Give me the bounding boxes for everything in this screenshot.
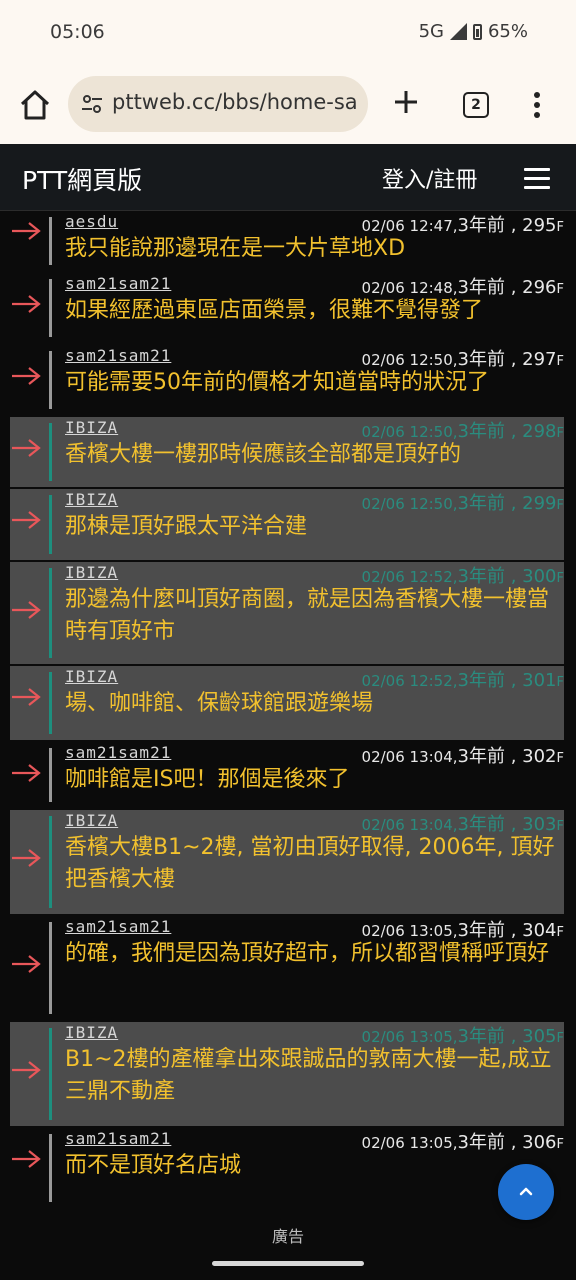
comment-text: 那棟是頂好跟太平洋合建 bbox=[65, 514, 308, 539]
comment-user[interactable]: IBIZA bbox=[65, 418, 118, 437]
comment-row: IBIZA 02/06 13:04,3年前 , 303F 香檳大樓B1~2樓, 當初… bbox=[10, 810, 564, 914]
address-bar[interactable]: pttweb.cc/bbs/home-sa bbox=[68, 76, 368, 132]
comment-text: 那邊為什麼叫頂好商圈，就是因為香檳大樓一樓當時有頂好市 bbox=[65, 587, 550, 644]
comment-list: aesdu 02/06 12:47,3年前 , 295F 我只能說那邊現在是一大片草… bbox=[0, 211, 576, 1211]
comment-text: 的確，我們是因為頂好超市，所以都習慣稱呼頂好 bbox=[65, 941, 550, 966]
status-icons: 5G 65% bbox=[419, 21, 528, 42]
login-link[interactable]: 登入/註冊 bbox=[382, 162, 477, 194]
floor-suffix: F bbox=[556, 1031, 564, 1046]
push-arrow-icon bbox=[12, 295, 41, 313]
comment-row: IBIZA 02/06 12:50,3年前 , 298F 香檳大樓一樓那時候應該全部… bbox=[10, 417, 564, 487]
comment-user[interactable]: IBIZA bbox=[65, 811, 118, 830]
hamburger-icon[interactable] bbox=[524, 168, 550, 195]
comment-user[interactable]: sam21sam21 bbox=[65, 917, 171, 936]
floor-suffix: F bbox=[556, 498, 564, 513]
site-header: PTT網頁版 登入/註冊 bbox=[0, 144, 576, 211]
signal-icon bbox=[449, 23, 467, 40]
floor-suffix: F bbox=[556, 819, 564, 834]
status-time: 05:06 bbox=[50, 21, 105, 43]
comment-user[interactable]: aesdu bbox=[65, 212, 118, 231]
comment-row: IBIZA 02/06 12:52,3年前 , 300F 那邊為什麼叫頂好商圈，就是… bbox=[10, 562, 564, 664]
ad-banner: 廣告 bbox=[0, 1211, 576, 1280]
site-title[interactable]: PTT網頁版 bbox=[22, 161, 142, 197]
push-arrow-icon bbox=[12, 222, 41, 240]
comment-row: sam21sam21 02/06 13:05,3年前 , 304F 的確，我們是因為… bbox=[10, 916, 564, 1020]
quote-bar bbox=[49, 423, 52, 481]
browser-toolbar: pttweb.cc/bbs/home-sa 2 bbox=[0, 64, 576, 144]
comment-text: B1~2樓的產權拿出來跟誠品的敦南大樓一起,成立三鼎不動產 bbox=[65, 1047, 552, 1104]
comment-text: 我只能說那邊現在是一大片草地XD bbox=[65, 236, 406, 261]
comment-text: 咖啡館是IS吧！那個是後來了 bbox=[65, 767, 350, 792]
push-arrow-icon bbox=[12, 849, 41, 867]
comment-row: sam21sam21 02/06 12:48,3年前 , 296F 如果經歷過東區店… bbox=[10, 273, 564, 343]
quote-bar bbox=[49, 217, 52, 265]
floor-suffix: F bbox=[556, 220, 564, 235]
floor-suffix: F bbox=[556, 1137, 564, 1152]
comment-user[interactable]: sam21sam21 bbox=[65, 743, 171, 762]
push-arrow-icon bbox=[12, 955, 41, 973]
push-arrow-icon bbox=[12, 688, 41, 706]
quote-bar bbox=[49, 1134, 52, 1202]
comment-text: 香檳大樓一樓那時候應該全部都是頂好的 bbox=[65, 442, 462, 467]
url-text[interactable]: pttweb.cc/bbs/home-sa bbox=[112, 90, 358, 114]
quote-bar bbox=[49, 351, 52, 409]
home-icon[interactable] bbox=[18, 88, 52, 122]
status-bar: 05:06 5G 65% bbox=[0, 0, 576, 64]
gesture-handle[interactable] bbox=[212, 1261, 364, 1266]
push-arrow-icon bbox=[12, 764, 41, 782]
network-label: 5G bbox=[418, 21, 444, 42]
comment-row: IBIZA 02/06 12:50,3年前 , 299F 那棟是頂好跟太平洋合建 bbox=[10, 489, 564, 560]
floor-suffix: F bbox=[556, 751, 564, 766]
comment-user[interactable]: IBIZA bbox=[65, 490, 118, 509]
quote-bar bbox=[49, 495, 52, 554]
more-options-icon[interactable] bbox=[534, 92, 540, 122]
quote-bar bbox=[49, 672, 52, 734]
comment-row: sam21sam21 02/06 13:05,3年前 , 306F 而不是頂好名店城 bbox=[10, 1128, 564, 1208]
push-arrow-icon bbox=[12, 439, 41, 457]
comment-text: 而不是頂好名店城 bbox=[65, 1153, 242, 1178]
floor-suffix: F bbox=[556, 354, 564, 369]
scroll-top-button[interactable] bbox=[498, 1164, 554, 1220]
comment-user[interactable]: IBIZA bbox=[65, 1023, 118, 1042]
comment-row: IBIZA 02/06 13:05,3年前 , 305F B1~2樓的產權拿出來跟誠… bbox=[10, 1022, 564, 1126]
comment-user[interactable]: IBIZA bbox=[65, 667, 118, 686]
comment-text: 場、咖啡館、保齡球館跟遊樂場 bbox=[65, 691, 374, 716]
push-arrow-icon bbox=[12, 1150, 41, 1168]
floor-suffix: F bbox=[556, 282, 564, 297]
tab-switcher-button[interactable]: 2 bbox=[463, 92, 489, 118]
comment-row: IBIZA 02/06 12:52,3年前 , 301F 場、咖啡館、保齡球館跟遊樂… bbox=[10, 666, 564, 740]
floor-suffix: F bbox=[556, 426, 564, 441]
plus-icon[interactable] bbox=[392, 88, 420, 116]
comment-text: 可能需要50年前的價格才知道當時的狀況了 bbox=[65, 370, 489, 395]
comment-user[interactable]: IBIZA bbox=[65, 563, 118, 582]
floor-suffix: F bbox=[556, 571, 564, 586]
push-arrow-icon bbox=[12, 601, 41, 619]
quote-bar bbox=[49, 816, 52, 908]
push-arrow-icon bbox=[12, 1061, 41, 1079]
comment-row: sam21sam21 02/06 13:04,3年前 , 302F 咖啡館是IS吧！… bbox=[10, 742, 564, 808]
chevron-up-icon bbox=[519, 1187, 533, 1196]
push-arrow-icon bbox=[12, 511, 41, 529]
floor-suffix: F bbox=[556, 675, 564, 690]
battery-icon bbox=[472, 23, 482, 40]
push-arrow-icon bbox=[12, 367, 41, 385]
comment-row: sam21sam21 02/06 12:50,3年前 , 297F 可能需要50年前… bbox=[10, 345, 564, 415]
quote-bar bbox=[49, 748, 52, 802]
floor-suffix: F bbox=[556, 925, 564, 940]
quote-bar bbox=[49, 279, 52, 337]
comment-text: 如果經歷過東區店面榮景，很難不覺得發了 bbox=[65, 298, 484, 323]
comment-user[interactable]: sam21sam21 bbox=[65, 274, 171, 293]
quote-bar bbox=[49, 922, 52, 1014]
comment-user[interactable]: sam21sam21 bbox=[65, 1129, 171, 1148]
comment-user[interactable]: sam21sam21 bbox=[65, 346, 171, 365]
tune-icon[interactable] bbox=[80, 92, 104, 116]
ad-label: 廣告 bbox=[271, 1227, 304, 1246]
quote-bar bbox=[49, 568, 52, 658]
quote-bar bbox=[49, 1028, 52, 1120]
comment-row: aesdu 02/06 12:47,3年前 , 295F 我只能說那邊現在是一大片草… bbox=[10, 211, 564, 271]
comment-text: 香檳大樓B1~2樓, 當初由頂好取得, 2006年, 頂好把香檳大樓 bbox=[65, 835, 555, 892]
battery-level: 65% bbox=[487, 21, 528, 42]
